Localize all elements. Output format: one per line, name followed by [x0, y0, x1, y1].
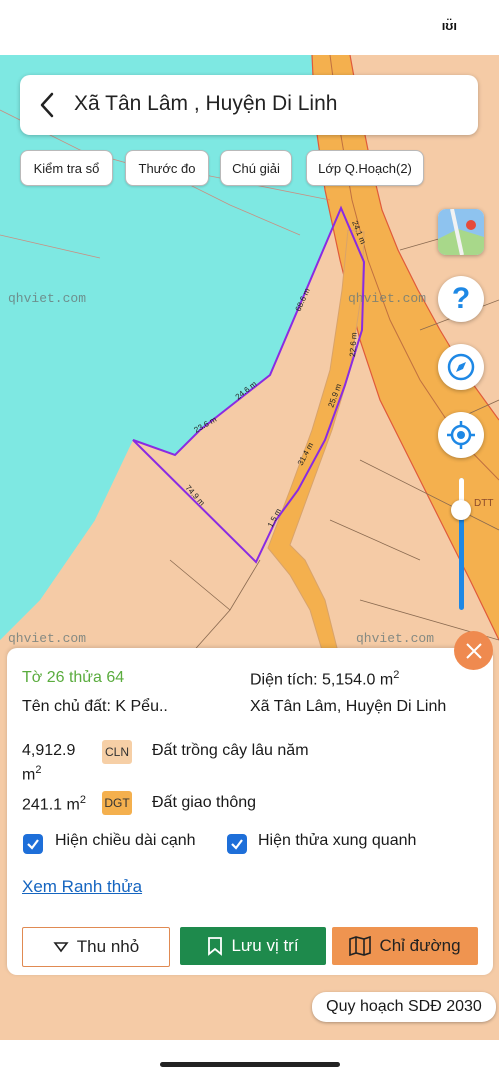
watermark: qhviet.com — [356, 631, 434, 646]
legend-button[interactable]: Chú giải — [220, 150, 292, 186]
minimize-label: Thu nhỏ — [76, 937, 140, 956]
minimize-button[interactable]: Thu nhỏ — [22, 927, 170, 967]
watermark: qhviet.com — [8, 291, 86, 306]
sheet-parcel-number: Tờ 26 thửa 64 — [22, 669, 125, 686]
edge-label: 22.6 m — [348, 332, 359, 357]
land-use-code-badge: DGT — [102, 791, 132, 815]
question-icon: ? — [451, 282, 471, 315]
watermark: qhviet.com — [8, 631, 86, 646]
land-use-unit: m2 — [22, 764, 42, 784]
zoom-slider-thumb[interactable] — [451, 500, 471, 520]
land-use-area: 4,912.9 — [22, 742, 76, 759]
owner-name: Tên chủ đất: K Pểu.. — [22, 698, 168, 715]
map-layer-button[interactable] — [438, 209, 484, 255]
crosshair-icon — [447, 421, 475, 449]
search-header: Xã Tân Lâm , Huyện Di Linh — [20, 75, 478, 135]
help-button[interactable]: ? — [438, 276, 484, 322]
my-location-button[interactable] — [438, 412, 484, 458]
land-use-area: 241.1 m2 — [22, 794, 86, 814]
save-location-label: Lưu vị trí — [231, 936, 299, 955]
checkmark-icon — [231, 839, 243, 850]
check-book-button[interactable]: Kiểm tra sổ — [20, 150, 113, 186]
bottom-bar — [0, 1040, 499, 1080]
compass-icon — [447, 353, 475, 381]
planning-year-badge[interactable]: Quy hoạch SDĐ 2030 — [312, 992, 496, 1022]
show-neighbors-label[interactable]: Hiện thửa xung quanh — [258, 832, 416, 850]
land-use-name: Đất giao thông — [152, 794, 257, 811]
watermark: qhviet.com — [348, 291, 426, 306]
directions-label: Chỉ đường — [379, 936, 461, 955]
compass-button[interactable] — [438, 344, 484, 390]
land-use-code-badge: CLN — [102, 740, 132, 764]
back-arrow-icon[interactable] — [34, 89, 64, 121]
planning-layer-button[interactable]: Lớp Q.Hoạch(2) — [306, 150, 424, 186]
checkmark-icon — [27, 839, 39, 850]
parcel-location: Xã Tân Lâm, Huyện Di Linh — [250, 698, 447, 715]
home-indicator[interactable] — [160, 1062, 340, 1067]
ruler-button[interactable]: Thước đo — [125, 150, 209, 186]
close-icon — [465, 642, 482, 659]
map-thumbnail-icon — [438, 209, 484, 255]
view-boundary-link[interactable]: Xem Ranh thửa — [22, 877, 142, 897]
status-bar: ıʊ̈ı — [0, 0, 499, 55]
zone-label: DTT — [474, 498, 493, 509]
location-title: Xã Tân Lâm , Huyện Di Linh — [74, 92, 338, 115]
chevron-down-icon — [53, 942, 69, 953]
show-edge-length-label[interactable]: Hiện chiều dài cạnh — [55, 832, 196, 850]
close-panel-button[interactable] — [454, 631, 493, 670]
status-indicator: ıʊ̈ı — [441, 18, 457, 33]
parcel-area: Diện tích: 5,154.0 m2 — [250, 669, 400, 689]
show-neighbors-checkbox[interactable] — [227, 834, 247, 854]
map-icon — [349, 936, 372, 956]
save-location-button[interactable]: Lưu vị trí — [180, 927, 326, 965]
land-use-name: Đất trồng cây lâu năm — [152, 742, 309, 759]
show-edge-length-checkbox[interactable] — [23, 834, 43, 854]
directions-button[interactable]: Chỉ đường — [332, 927, 478, 965]
bookmark-icon — [208, 937, 223, 956]
